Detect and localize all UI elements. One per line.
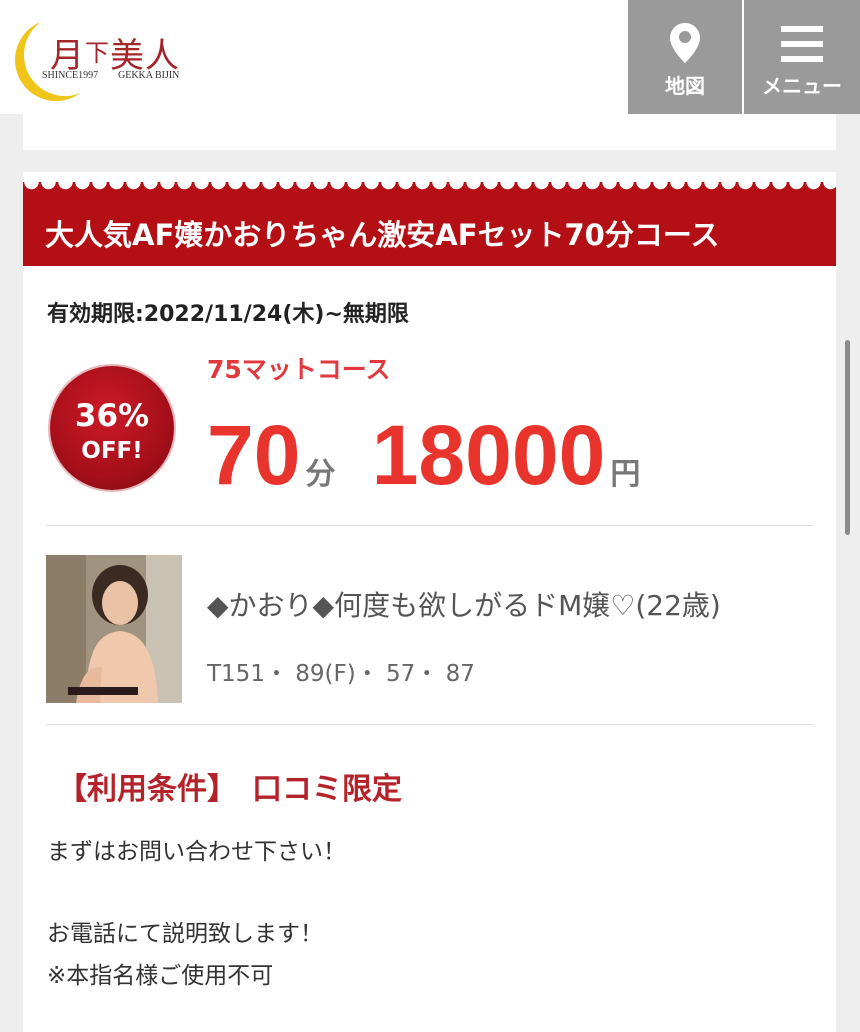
divider xyxy=(46,724,813,725)
course-price: 18000 xyxy=(371,408,606,502)
validity-period: 有効期限:2022/11/24(木)~無期限 xyxy=(47,302,409,327)
coupon-title: 大人気AF嬢かおりちゃん激安AFセット70分コース xyxy=(45,218,720,252)
condition-line: お電話にて説明致します！ xyxy=(47,921,323,947)
coupon-card: 大人気AF嬢かおりちゃん激安AFセット70分コース 有効期限:2022/11/2… xyxy=(23,172,836,1032)
cast-photo[interactable] xyxy=(46,555,182,703)
map-button[interactable]: 地図 xyxy=(628,0,742,114)
divider xyxy=(46,525,813,526)
scalloped-edge xyxy=(23,182,836,204)
discount-percent: 36% xyxy=(74,398,150,434)
condition-line: まずはお問い合わせ下さい！ xyxy=(47,839,346,865)
cast-photo-image xyxy=(46,555,182,703)
discount-badge: 36% OFF! xyxy=(50,366,174,490)
cast-measurements: T151・ 89(F)・ 57・ 87 xyxy=(207,661,475,687)
menu-bar-middle xyxy=(781,41,823,47)
menu-label: メニュー xyxy=(762,74,842,98)
discount-off: OFF! xyxy=(81,438,143,464)
scrollbar[interactable] xyxy=(845,340,850,535)
coupon-header[interactable]: 大人気AF嬢かおりちゃん激安AFセット70分コース xyxy=(23,182,836,266)
minutes-unit: 分 xyxy=(305,457,336,492)
price-row: 70 分 18000 円 xyxy=(207,407,640,504)
menu-bar-top xyxy=(781,26,823,32)
price-unit: 円 xyxy=(610,457,641,492)
site-header: 月下美人 SHINCE1997 GEKKA BIJIN 地図 メニュー xyxy=(0,0,860,114)
menu-button[interactable]: メニュー xyxy=(744,0,860,114)
conditions-title: 【利用条件】 口コミ限定 xyxy=(57,772,402,807)
map-label: 地図 xyxy=(665,74,705,98)
map-pin-icon xyxy=(670,23,700,63)
condition-line: ※本指名様ご使用不可 xyxy=(47,963,274,989)
logo-roman: GEKKA BIJIN xyxy=(118,70,180,81)
logo-since: SHINCE1997 xyxy=(42,70,99,81)
previous-card-bottom xyxy=(23,114,836,150)
site-logo[interactable]: 月下美人 SHINCE1997 GEKKA BIJIN xyxy=(22,10,202,106)
menu-bar-bottom xyxy=(781,56,823,62)
course-minutes: 70 xyxy=(207,408,301,502)
course-name: 75マットコース xyxy=(207,355,391,384)
cast-name[interactable]: ◆かおり◆何度も欲しがるドM嬢♡(22歳) xyxy=(207,584,721,624)
